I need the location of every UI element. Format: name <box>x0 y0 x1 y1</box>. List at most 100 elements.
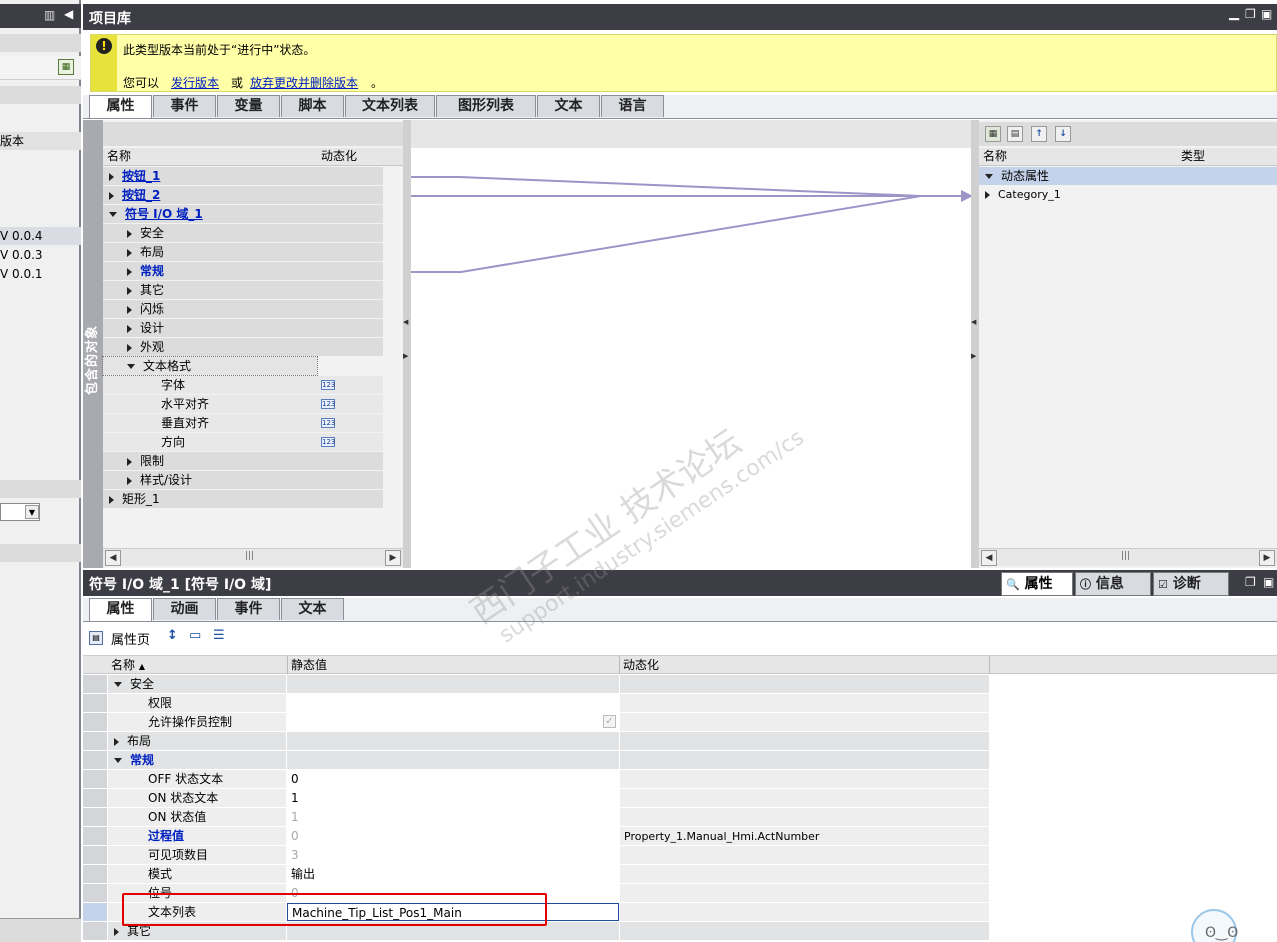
row-gutter[interactable] <box>83 713 107 731</box>
expand-icon[interactable] <box>109 495 114 504</box>
scroll-left-icon[interactable]: ◀ <box>105 550 121 566</box>
inspector-tab-info[interactable]: ⓘ 信息 <box>1075 572 1151 596</box>
expand-icon[interactable] <box>127 286 132 295</box>
maximize-icon[interactable]: ▣ <box>1261 7 1272 21</box>
row-gutter[interactable] <box>83 675 107 693</box>
scroll-left-icon[interactable]: ◀ <box>981 550 997 566</box>
inspector-tab-diagnostics[interactable]: ☑ 诊断 <box>1153 572 1229 596</box>
property-page-icon[interactable]: ▤ <box>89 631 103 645</box>
dynamic-value-cell[interactable] <box>620 808 989 826</box>
dynamic-value-cell[interactable] <box>620 903 989 921</box>
move-down-icon[interactable]: ↓ <box>1055 126 1071 142</box>
tab-graphic-lists[interactable]: 图形列表 <box>436 95 536 117</box>
tree-row[interactable]: 常规 <box>103 262 383 280</box>
collapse-left-icon[interactable]: ◀ <box>64 7 73 21</box>
collapse-icon[interactable] <box>127 364 135 369</box>
dropdown-arrow-icon[interactable]: ▼ <box>25 505 39 519</box>
panel-toggle-icon[interactable]: ▥ <box>44 8 55 22</box>
expand-icon[interactable] <box>114 927 119 936</box>
version-row[interactable]: V 0.0.3 <box>0 246 81 264</box>
target-hscrollbar[interactable]: ◀ ||| ▶ <box>979 548 1277 566</box>
grid-row[interactable]: 可见项数目 3 <box>83 846 989 865</box>
dynamic-value-cell[interactable] <box>620 770 989 788</box>
dynamic-value-cell[interactable] <box>620 789 989 807</box>
tab-texts[interactable]: 文本 <box>281 598 344 620</box>
tree-row[interactable]: 矩形_1 <box>103 490 383 508</box>
static-value-cell[interactable] <box>287 675 619 693</box>
grid-row[interactable]: 模式 输出 <box>83 865 989 884</box>
tree-row[interactable]: 垂直对齐 123 <box>103 414 383 432</box>
left-splitter[interactable]: ◀ ▶ <box>403 120 411 568</box>
dynamic-value-cell[interactable] <box>620 865 989 883</box>
grid-row[interactable]: 过程值 0 Property_1.Manual_Hmi.ActNumber <box>83 827 989 846</box>
tree-row[interactable]: 按钮_2 <box>103 186 383 204</box>
right-splitter[interactable]: ◀ ▶ <box>971 120 979 568</box>
tab-texts[interactable]: 文本 <box>537 95 600 117</box>
dynamic-value-cell[interactable]: Property_1.Manual_Hmi.ActNumber <box>620 827 989 845</box>
maximize-icon[interactable]: ▣ <box>1263 575 1274 589</box>
left-dropdown[interactable]: ▼ <box>0 503 40 521</box>
discard-changes-link[interactable]: 放弃更改并删除版本 <box>250 74 358 91</box>
grid-row[interactable]: 安全 <box>83 675 989 694</box>
tree-row[interactable]: 水平对齐 123 <box>103 395 383 413</box>
tree-row[interactable]: 符号 I/O 域_1 <box>103 205 383 223</box>
splitter-arrow-icon[interactable]: ▶ <box>403 352 408 360</box>
restore-icon[interactable]: ❐ <box>1245 575 1256 589</box>
expand-icon[interactable] <box>985 174 993 179</box>
dynamic-value-cell[interactable] <box>620 713 989 731</box>
row-gutter[interactable] <box>83 808 107 826</box>
tree-row[interactable]: 设计 <box>103 319 383 337</box>
tree-row[interactable]: 样式/设计 <box>103 471 383 489</box>
row-gutter[interactable] <box>83 846 107 864</box>
static-value-cell[interactable] <box>287 732 619 750</box>
row-gutter[interactable] <box>83 789 107 807</box>
splitter-arrow-icon[interactable]: ◀ <box>971 318 976 326</box>
expand-icon[interactable] <box>109 172 114 181</box>
expand-icon[interactable] <box>127 305 132 314</box>
expand-icon[interactable] <box>127 476 132 485</box>
static-value-cell[interactable]: 0 <box>287 770 619 788</box>
dynamic-value-cell[interactable] <box>620 846 989 864</box>
static-value-cell[interactable] <box>287 751 619 769</box>
grid-row[interactable]: ON 状态文本 1 <box>83 789 989 808</box>
expand-icon[interactable] <box>127 267 132 276</box>
scroll-right-icon[interactable]: ▶ <box>1259 550 1275 566</box>
tab-events[interactable]: 事件 <box>217 598 280 620</box>
tab-events[interactable]: 事件 <box>153 95 216 117</box>
group-icon[interactable]: ▭ <box>189 628 201 643</box>
tab-scripts[interactable]: 脚本 <box>281 95 344 117</box>
static-value-cell[interactable] <box>287 694 619 712</box>
tree-row[interactable]: 安全 <box>103 224 383 242</box>
tab-animations[interactable]: 动画 <box>153 598 216 620</box>
inspector-tab-properties[interactable]: 🔍 属性 <box>1001 572 1073 596</box>
collapse-icon[interactable] <box>109 212 117 217</box>
row-gutter[interactable] <box>83 865 107 883</box>
release-version-link[interactable]: 发行版本 <box>171 74 219 91</box>
restore-icon[interactable]: ❐ <box>1245 7 1256 21</box>
scroll-thumb[interactable]: ||| <box>1121 551 1130 561</box>
grid-row[interactable]: 常规 <box>83 751 989 770</box>
checkbox-icon[interactable]: ✓ <box>603 715 616 728</box>
tree-row[interactable]: 字体 123 <box>103 376 383 394</box>
row-gutter[interactable] <box>83 694 107 712</box>
row-gutter[interactable] <box>83 884 107 902</box>
dynamic-value-cell[interactable] <box>620 732 989 750</box>
collapse-icon[interactable] <box>114 682 122 687</box>
tree-row[interactable]: 按钮_1 <box>103 167 383 185</box>
grid-row[interactable]: OFF 状态文本 0 <box>83 770 989 789</box>
tree-row[interactable]: 文本格式 <box>102 356 318 376</box>
add-property-icon[interactable]: ▦ <box>985 126 1001 142</box>
grid-row[interactable]: 布局 <box>83 732 989 751</box>
table-edit-icon[interactable]: ▦ <box>58 59 74 75</box>
static-value-cell[interactable]: 0 <box>287 827 619 845</box>
version-row[interactable]: V 0.0.4 <box>0 227 81 245</box>
tab-tags[interactable]: 变量 <box>217 95 280 117</box>
target-row-category[interactable]: Category_1 <box>979 186 1277 204</box>
row-gutter[interactable] <box>83 903 107 921</box>
minimize-icon[interactable]: ▁ <box>1229 6 1239 21</box>
move-up-icon[interactable]: ↑ <box>1031 126 1047 142</box>
tab-properties[interactable]: 属性 <box>89 95 152 118</box>
static-value-cell[interactable]: 1 <box>287 808 619 826</box>
dynamic-value-cell[interactable] <box>620 884 989 902</box>
row-gutter[interactable] <box>83 732 107 750</box>
